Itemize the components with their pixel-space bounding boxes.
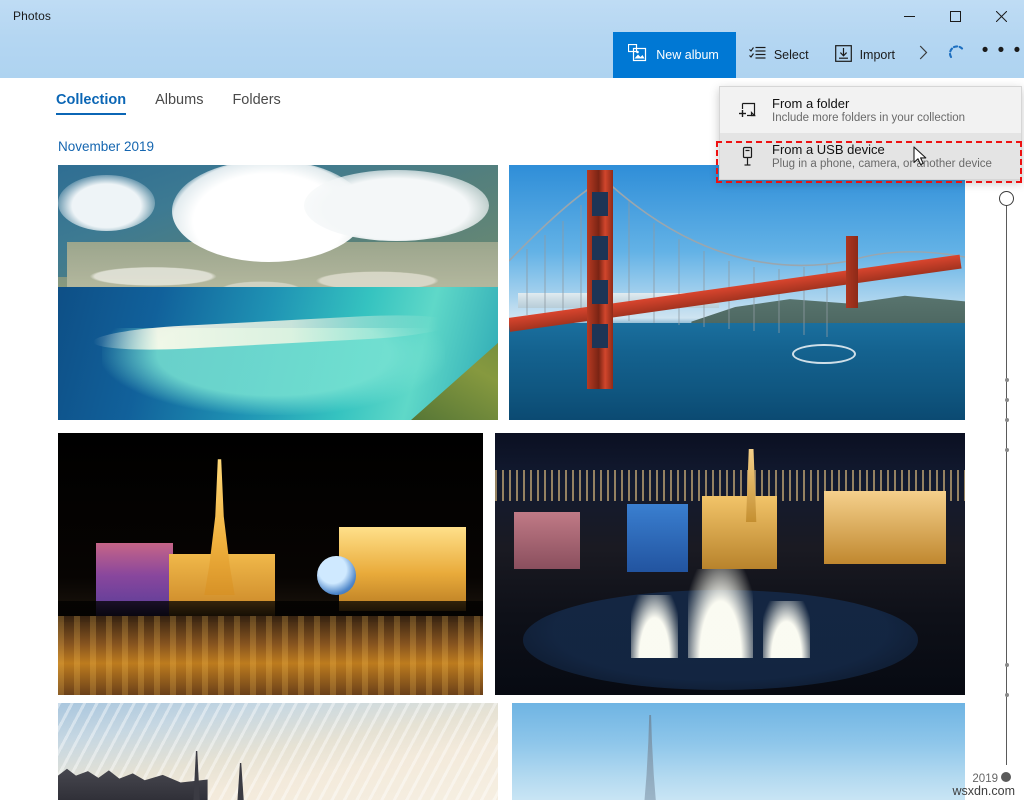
select-label: Select xyxy=(773,48,809,62)
command-bar: New album Select Import • • • xyxy=(613,32,1024,78)
new-album-button[interactable]: New album xyxy=(613,32,736,78)
app-title: Photos xyxy=(13,9,51,23)
timeline-dot[interactable] xyxy=(1004,693,1009,697)
menu-item-title: From a folder xyxy=(772,96,850,111)
photo-layer-fountain xyxy=(687,569,754,659)
photo-layer-hotel xyxy=(824,490,947,564)
new-album-label: New album xyxy=(656,48,719,62)
photo-eiffel-tower-sky[interactable] xyxy=(512,703,965,800)
timeline-dot[interactable] xyxy=(1004,378,1009,382)
import-label: Import xyxy=(859,48,895,62)
timeline-end-marker[interactable] xyxy=(1001,772,1011,782)
import-chevron-button[interactable] xyxy=(908,32,938,78)
tab-albums-label: Albums xyxy=(155,92,204,108)
close-icon xyxy=(995,10,1007,22)
photo-paris-rooftops[interactable] xyxy=(58,703,498,800)
minimize-icon xyxy=(903,11,915,22)
menu-item-text: From a folder Include more folders in yo… xyxy=(772,96,965,124)
maximize-icon xyxy=(949,10,961,22)
select-button[interactable]: Select xyxy=(736,32,822,78)
tab-collection-label: Collection xyxy=(56,92,127,108)
photo-grid xyxy=(0,163,985,800)
photo-aerial-coastline[interactable] xyxy=(58,165,498,420)
minimize-button[interactable] xyxy=(886,0,932,32)
timeline-dot[interactable] xyxy=(1004,398,1009,402)
menu-item-from-a-usb-device[interactable]: From a USB device Plug in a phone, camer… xyxy=(720,133,1021,179)
photo-bellagio-fountains[interactable] xyxy=(495,433,965,695)
title-bar: Photos New album Select Import • • • xyxy=(0,0,1024,78)
more-ellipsis-icon: • • • xyxy=(981,39,1023,61)
menu-item-subtitle: Include more folders in your collection xyxy=(772,112,966,124)
maximize-button[interactable] xyxy=(932,0,978,32)
timeline-dot[interactable] xyxy=(1004,663,1009,667)
new-album-icon xyxy=(628,43,647,67)
more-options-button[interactable]: • • • xyxy=(980,32,1024,78)
import-button[interactable]: Import xyxy=(822,32,908,78)
photo-layer-cloud xyxy=(58,175,155,232)
photo-layer-fountain xyxy=(631,595,679,659)
folder-add-icon xyxy=(736,97,758,123)
chevron-right-icon xyxy=(919,45,928,65)
mouse-cursor xyxy=(913,146,929,173)
photo-layer-balloon-sign xyxy=(317,556,356,596)
nav-tabs: Collection Albums Folders xyxy=(56,92,281,115)
timeline-track xyxy=(1006,199,1007,765)
watermark: wsxdn.com xyxy=(952,784,1015,798)
window-controls xyxy=(886,0,1024,32)
menu-item-subtitle: Plug in a phone, camera, or another devi… xyxy=(772,158,992,170)
photo-layer-bridge-tower xyxy=(586,170,613,390)
usb-device-icon xyxy=(736,143,758,169)
photo-vegas-strip-night[interactable] xyxy=(58,433,483,695)
photo-layer-cloud xyxy=(304,170,490,242)
close-button[interactable] xyxy=(978,0,1024,32)
import-tray-icon xyxy=(834,45,852,65)
menu-item-from-a-folder[interactable]: From a folder Include more folders in yo… xyxy=(720,87,1021,133)
photo-layer-reflections xyxy=(58,616,483,695)
scroll-handle-icon[interactable] xyxy=(999,191,1014,206)
date-group-heading: November 2019 xyxy=(58,139,155,154)
sync-spinner-icon xyxy=(948,44,969,66)
photo-layer-hotel xyxy=(701,495,777,570)
photo-layer-fountain xyxy=(762,600,810,659)
photos-app-window: Photos New album Select Import • • • Col… xyxy=(0,0,1024,800)
sync-button[interactable] xyxy=(938,32,980,78)
timeline-scrollbar[interactable]: 2019 xyxy=(966,163,1024,800)
import-dropdown-menu: From a folder Include more folders in yo… xyxy=(719,86,1022,180)
photo-layer-hotel xyxy=(513,511,580,570)
photo-golden-gate-bridge[interactable] xyxy=(509,165,965,420)
photo-layer-hotel xyxy=(626,503,688,572)
tab-folders[interactable]: Folders xyxy=(232,92,280,113)
photo-layer-sky xyxy=(512,703,965,800)
photo-layer-bridge-tower xyxy=(846,236,859,308)
menu-item-title: From a USB device xyxy=(772,142,885,157)
timeline-dot[interactable] xyxy=(1004,448,1009,452)
select-checklist-icon xyxy=(748,46,766,64)
tab-folders-label: Folders xyxy=(232,92,281,108)
tab-collection[interactable]: Collection xyxy=(56,92,127,115)
photo-layer-hotel xyxy=(338,527,466,612)
timeline-dot[interactable] xyxy=(1004,418,1009,422)
menu-item-text: From a USB device Plug in a phone, camer… xyxy=(772,142,992,170)
tab-albums[interactable]: Albums xyxy=(155,92,203,113)
